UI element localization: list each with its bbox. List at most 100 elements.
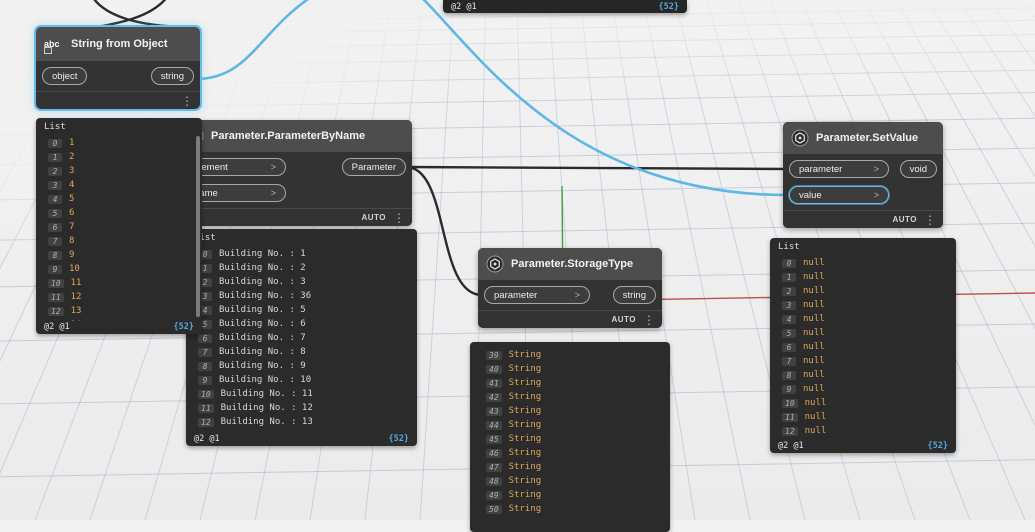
grid-line [1021,0,1035,19]
port-parameter-out[interactable]: Parameter [341,158,406,176]
list-value: Building No. : 5 [219,305,306,315]
port-label: value [799,189,822,201]
levels-label[interactable]: @2 @1 [44,322,70,332]
port-string-out[interactable]: string [150,67,194,85]
list-index: 6 [198,333,212,343]
list-value: 3 [69,166,75,176]
levels-label[interactable]: @2 @1 [194,434,220,444]
list-header: List [194,233,216,243]
list-item: 45 String [470,432,670,446]
list-index: 47 [486,462,502,472]
list-value: 4 [69,180,75,190]
list-index: 8 [198,361,212,371]
list-value: Building No. : 36 [219,291,312,301]
port-parameter[interactable]: parameter > [484,286,590,304]
list-value: Building No. : 10 [219,375,312,385]
list-index: 44 [486,420,502,430]
lacing-label: AUTO [611,315,636,324]
port-void-out[interactable]: void [899,160,937,178]
list-item: 23 [36,164,202,178]
port-label: parameter [494,289,538,301]
node-menu-icon[interactable]: ⋮ [924,214,936,226]
list-index: 12 [782,426,798,436]
wire-selected-string-up[interactable] [195,0,322,81]
list-rows: 39 String 40 String 41 String 42 String 43 String… [470,348,670,532]
list-value: null [804,398,827,408]
list-value: Building No. : 9 [219,361,306,371]
preview-bubble-nulls[interactable]: List 0 null 1 null 2 null 3 null 4 null 5 null 6 null… [770,238,956,453]
list-index: 10 [782,398,798,408]
list-rows: 0112233445566778899101011111212131314 [36,136,202,321]
list-value: 5 [69,194,75,204]
list-value: 2 [69,152,75,162]
list-index: 4 [48,194,62,204]
list-rows: 0 null 1 null 2 null 3 null 4 null 5 null 6 null 7 null… [770,256,956,440]
preview-bubble-storagetype[interactable]: 39 String 40 String 41 String 42 String 43 String… [470,342,670,532]
list-value: Building No. : 6 [219,319,306,329]
wire-selected-to-value[interactable] [412,0,788,197]
list-item: 1 Building No. : 2 [186,261,417,275]
node-header[interactable]: Parameter.ParameterByName [178,120,412,152]
list-value: 10 [69,264,80,274]
list-index: 6 [48,222,62,232]
wire-parameter-to-setvalue[interactable] [405,165,788,171]
list-index: 11 [198,403,214,413]
list-index: 11 [782,412,798,422]
node-header[interactable]: abc String from Object [36,27,200,61]
list-value: Building No. : 1 [219,249,306,259]
list-value: String [508,378,542,388]
preview-bubble-buildings[interactable]: List 0 Building No. : 1 1 Building No. : 22… [186,229,417,446]
port-value[interactable]: value > [789,186,889,204]
list-item: 56 [36,206,202,220]
list-item: 7 Building No. : 8 [186,345,417,359]
list-item: 9 null [770,382,956,396]
scrollbar[interactable] [196,136,200,317]
list-item: 39 String [470,348,670,362]
list-item: 41 String [470,376,670,390]
list-index: 12 [198,417,214,427]
levels-label[interactable]: @2 @1 [451,2,477,12]
list-item: 34 [36,178,202,192]
list-value: null [803,300,825,310]
list-item: 1 null [770,270,956,284]
list-item: 78 [36,234,202,248]
list-value: String [508,364,542,374]
node-parameter-by-name[interactable]: Parameter.ParameterByName element > name >… [178,120,412,226]
lacing-label: AUTO [892,215,917,224]
preview-bubble-numbers[interactable]: List 01122334455667788991010111112121313… [36,118,202,334]
chevron-icon: > [873,190,879,200]
list-value: 11 [70,278,82,288]
list-value: 9 [69,250,75,260]
list-value: Building No. : 2 [219,263,306,273]
list-index: 1 [782,272,796,282]
wire-parameter-to-storagetype[interactable] [405,165,483,297]
port-parameter[interactable]: parameter > [789,160,889,178]
node-header[interactable]: Parameter.StorageType [478,248,662,280]
wire[interactable] [79,0,168,32]
node-set-value[interactable]: Parameter.SetValue parameter > value > voi… [783,122,943,228]
list-value: null [803,258,825,268]
node-storage-type[interactable]: Parameter.StorageType parameter > string … [478,248,662,328]
list-index: 8 [782,370,796,380]
list-value: String [508,448,542,458]
levels-label[interactable]: @2 @1 [778,441,804,451]
list-item: 4 Building No. : 5 [186,303,417,317]
wire[interactable] [92,0,187,29]
list-value: 7 [69,222,75,232]
list-index: 5 [48,208,62,218]
node-menu-icon[interactable]: ⋮ [643,314,655,326]
list-value: String [508,392,542,402]
preview-bubble-partial-top[interactable]: @2 @1 {52} [443,0,687,13]
dynamo-canvas[interactable]: { "colors": { "selection_cyan": "#63bce8… [0,0,1035,532]
list-item: 50 String [470,502,670,516]
node-string-from-object[interactable]: abc String from Object object string ⋮ [34,25,202,111]
node-header[interactable]: Parameter.SetValue [783,122,943,154]
port-object[interactable]: object [42,67,88,85]
count-badge: {52} [388,433,409,444]
node-menu-icon[interactable]: ⋮ [181,95,193,107]
list-index: 12 [48,306,64,316]
port-string-out[interactable]: string [612,286,656,304]
list-header: List [44,122,66,132]
list-value: String [508,504,542,514]
node-menu-icon[interactable]: ⋮ [393,212,405,224]
